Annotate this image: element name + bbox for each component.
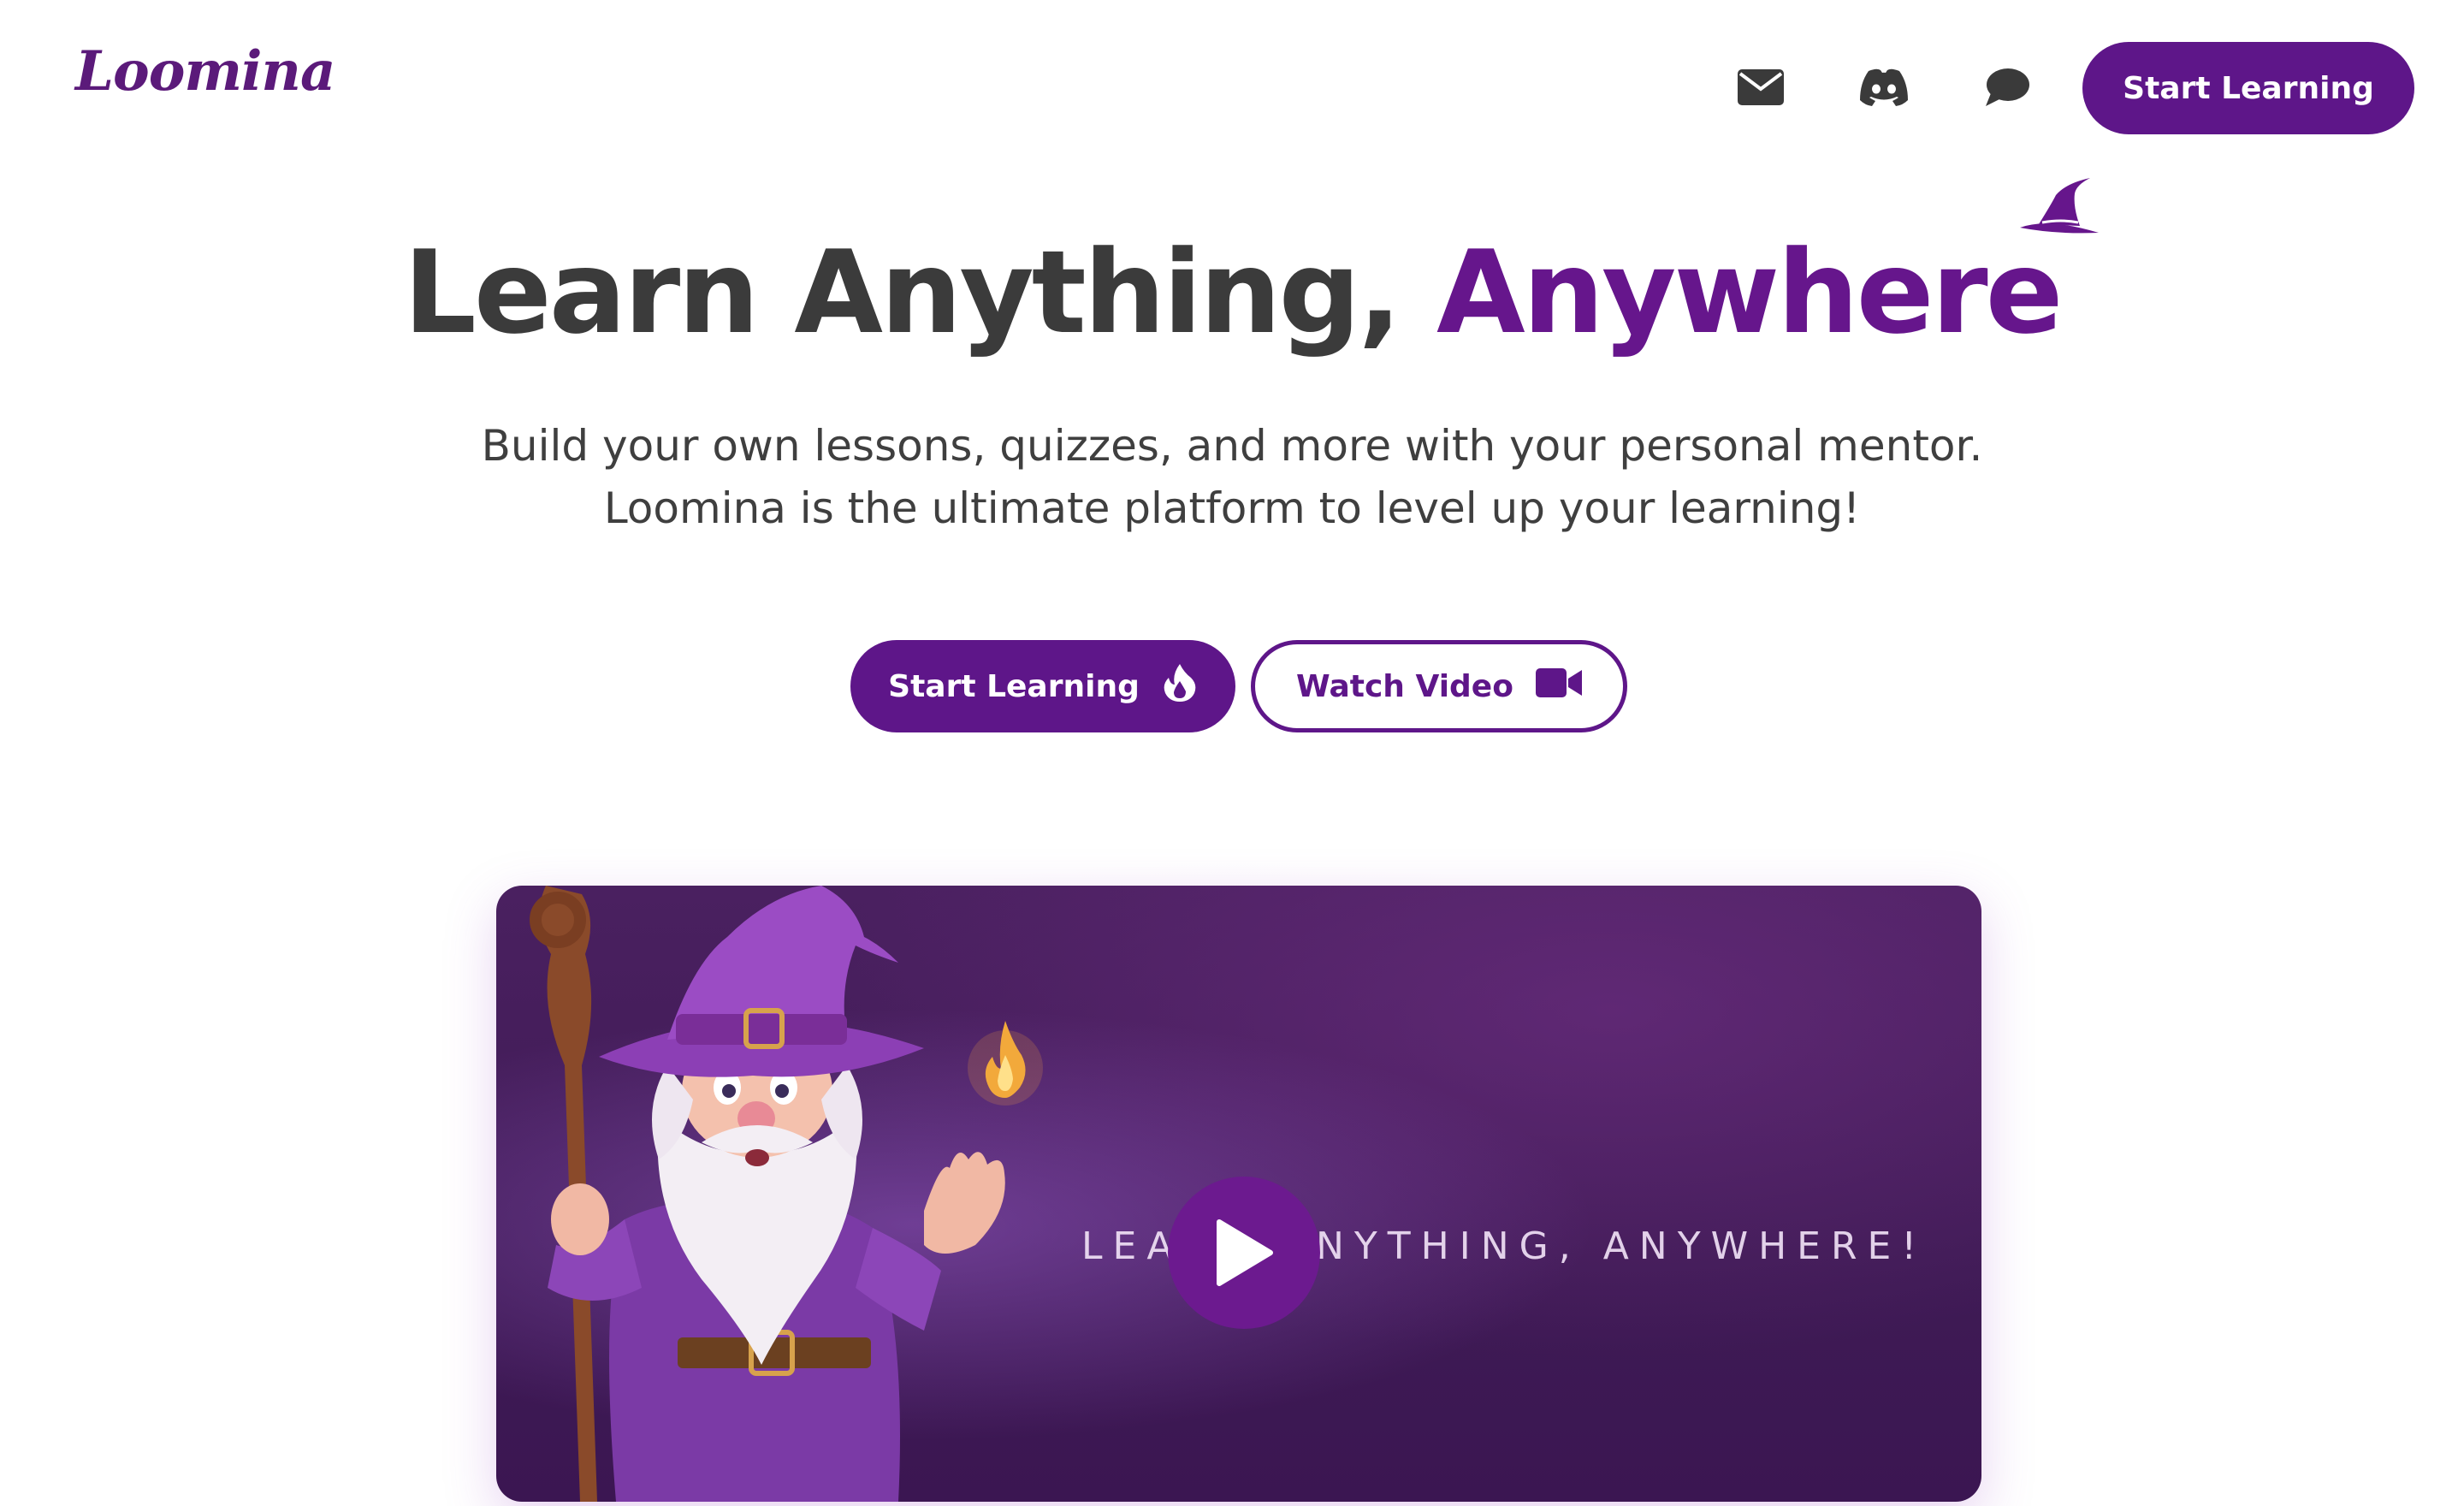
discord-icon[interactable] — [1858, 62, 1910, 113]
wizard-illustration — [530, 886, 1005, 1502]
hero-title: Learn Anything, Anywhere — [0, 178, 2464, 361]
hero-title-main: Learn Anything, — [403, 226, 1437, 359]
header-start-learning-button[interactable]: Start Learning — [2082, 42, 2414, 134]
wizard-hat-icon — [2019, 178, 2099, 234]
hero-title-accent: Anywhere — [1436, 178, 2099, 361]
start-learning-button[interactable]: Start Learning — [850, 640, 1235, 732]
logo[interactable]: Loomina — [75, 44, 335, 99]
hero-subtitle-line-1: Build your own lessons, quizzes, and mor… — [481, 421, 1983, 471]
watch-video-label: Watch Video — [1296, 668, 1513, 704]
hero-subtitle-line-2: Loomina is the ultimate platform to leve… — [603, 483, 1861, 533]
play-icon — [1217, 1219, 1273, 1286]
mail-icon[interactable] — [1735, 62, 1786, 113]
play-button[interactable] — [1168, 1177, 1320, 1329]
fire-icon — [1162, 662, 1198, 711]
site-header: Loomina Start Learning — [0, 0, 2464, 180]
intro-video[interactable]: LEARN ANYTHING, ANYWHERE! — [496, 886, 1981, 1502]
chat-icon[interactable] — [1981, 62, 2033, 113]
start-learning-label: Start Learning — [888, 668, 1140, 704]
watch-video-button[interactable]: Watch Video — [1251, 640, 1627, 732]
flame-icon — [968, 1021, 1043, 1106]
video-camera-icon — [1535, 667, 1582, 705]
